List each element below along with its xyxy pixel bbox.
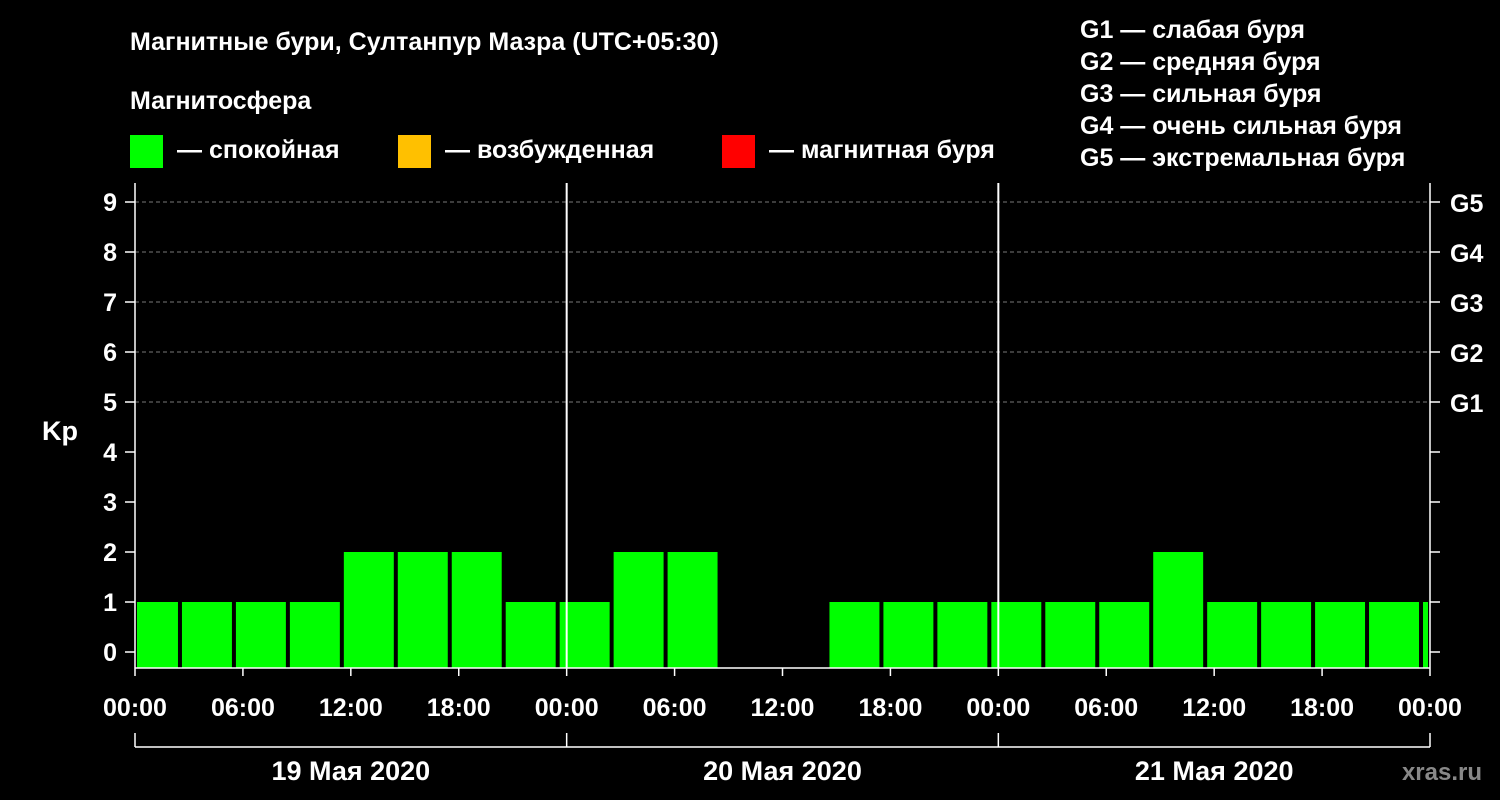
- bar-7: [505, 602, 556, 668]
- bar-21: [1261, 602, 1312, 668]
- day-label-2: 21 Мая 2020: [1135, 756, 1294, 786]
- bar-2: [235, 602, 286, 668]
- y-tick-label-1: 1: [103, 589, 117, 617]
- y-tick-label-3: 3: [103, 489, 117, 517]
- bar-10: [667, 552, 718, 668]
- legend-label-1: — возбужденная: [445, 136, 654, 164]
- gridlines: [135, 201, 1430, 403]
- x-tick-label-9: 06:00: [1074, 694, 1138, 722]
- kp-chart: Магнитные бури, Султанпур Мазра (UTC+05:…: [42, 16, 1483, 786]
- y-tick-label-9: 9: [103, 189, 117, 217]
- storm-level-legend: G1 — слабая буря G2 — средняя буря G3 — си…: [1080, 16, 1405, 172]
- bar-3: [289, 602, 340, 668]
- y-tick-label-6: 6: [103, 339, 117, 367]
- axes: 0 1 2 3 4 5 6 7 8 9 G1 G2 G3 G4 G5 00:00 06:00 12:00 18:00…: [103, 183, 1483, 786]
- bar-9: [613, 552, 664, 668]
- x-tick-label-12: 00:00: [1398, 694, 1462, 722]
- bar-5: [397, 552, 448, 668]
- g-tick-label-G1: G1: [1450, 390, 1483, 418]
- y-tick-label-4: 4: [103, 439, 117, 467]
- state-legend: — спокойная — возбужденная — магнитная бур…: [130, 135, 995, 168]
- day-label-1: 20 Мая 2020: [703, 756, 862, 786]
- chart-title: Магнитные бури, Султанпур Мазра (UTC+05:…: [130, 28, 719, 56]
- y-tick-label-7: 7: [103, 289, 117, 317]
- x-tick-label-4: 00:00: [535, 694, 599, 722]
- magnetosphere-title: Магнитосфера: [130, 87, 312, 115]
- legend-label-0: — спокойная: [177, 136, 340, 164]
- day-label-0: 19 Мая 2020: [271, 756, 430, 786]
- x-tick-label-3: 18:00: [427, 694, 491, 722]
- bar-4: [343, 552, 394, 668]
- legend-swatch-0: [130, 135, 163, 168]
- x-tick-label-1: 06:00: [211, 694, 275, 722]
- g-tick-label-G5: G5: [1450, 190, 1483, 218]
- g-legend-item-4: G5 — экстремальная буря: [1080, 144, 1405, 172]
- bar-24: [1423, 602, 1428, 668]
- bar-22: [1315, 602, 1366, 668]
- bar-14: [883, 602, 934, 668]
- bar-20: [1207, 602, 1258, 668]
- legend-swatch-2: [722, 135, 755, 168]
- bar-6: [451, 552, 502, 668]
- bar-23: [1369, 602, 1420, 668]
- y-tick-label-0: 0: [103, 639, 117, 667]
- x-tick-label-5: 06:00: [643, 694, 707, 722]
- bar-18: [1099, 602, 1150, 668]
- bar-17: [1045, 602, 1096, 668]
- bars: [137, 552, 1428, 668]
- x-tick-label-0: 00:00: [103, 694, 167, 722]
- y-tick-label-5: 5: [103, 389, 117, 417]
- legend-swatch-1: [398, 135, 431, 168]
- y-tick-label-2: 2: [103, 539, 117, 567]
- x-tick-label-8: 00:00: [966, 694, 1030, 722]
- x-tick-label-7: 18:00: [858, 694, 922, 722]
- g-tick-label-G3: G3: [1450, 290, 1483, 318]
- x-tick-label-2: 12:00: [319, 694, 383, 722]
- g-legend-item-1: G2 — средняя буря: [1080, 48, 1321, 76]
- x-tick-label-10: 12:00: [1182, 694, 1246, 722]
- bar-15: [937, 602, 988, 668]
- y-axis-label: Kp: [42, 416, 78, 446]
- g-legend-item-3: G4 — очень сильная буря: [1080, 112, 1402, 140]
- g-tick-label-G4: G4: [1450, 240, 1483, 268]
- x-tick-label-6: 12:00: [751, 694, 815, 722]
- watermark: xras.ru: [1402, 759, 1482, 786]
- g-legend-item-2: G3 — сильная буря: [1080, 80, 1322, 108]
- y-tick-label-8: 8: [103, 239, 117, 267]
- legend-label-2: — магнитная буря: [769, 136, 995, 164]
- g-tick-label-G2: G2: [1450, 340, 1483, 368]
- x-tick-label-11: 18:00: [1290, 694, 1354, 722]
- bar-13: [829, 602, 880, 668]
- bar-0: [137, 602, 178, 668]
- bar-19: [1153, 552, 1204, 668]
- g-legend-item-0: G1 — слабая буря: [1080, 16, 1305, 44]
- bar-1: [181, 602, 232, 668]
